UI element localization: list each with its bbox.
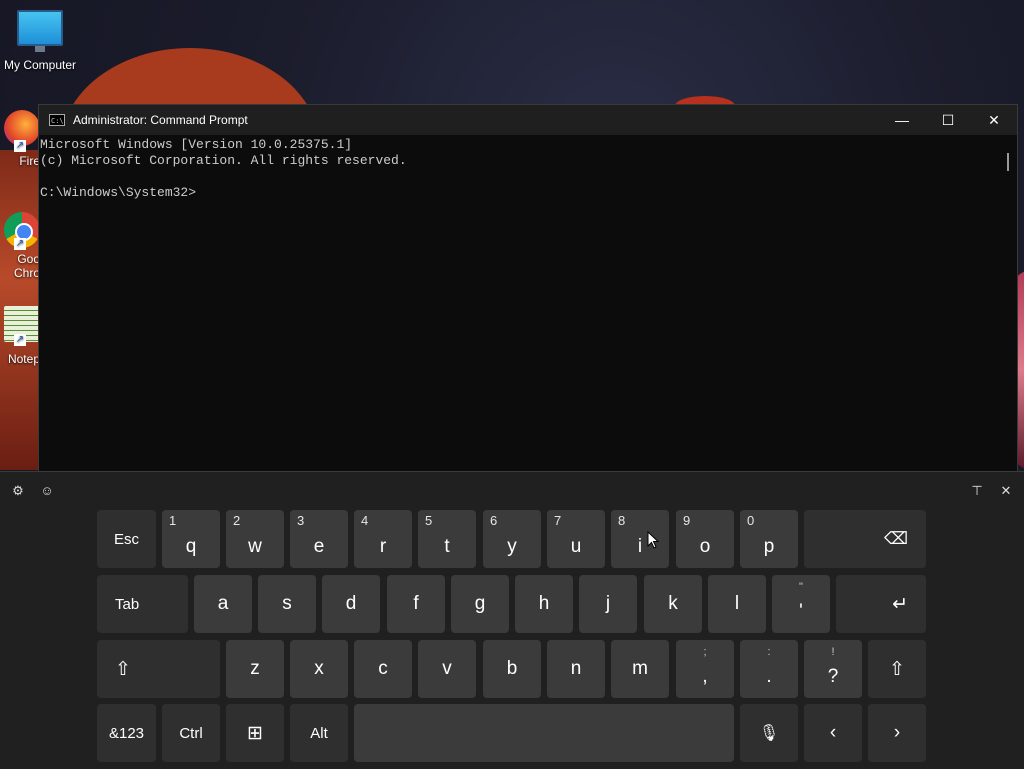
dock-icon[interactable]: ⊤	[968, 482, 986, 500]
key-p[interactable]: 0p	[740, 510, 798, 568]
shortcut-arrow-icon: ↗	[14, 238, 26, 250]
key-n[interactable]: n	[547, 640, 605, 698]
key-k[interactable]: k	[644, 575, 702, 633]
desktop-icon-firefox[interactable]: ↗ Fire	[0, 110, 40, 170]
key-l[interactable]: l	[708, 575, 766, 633]
key-enter[interactable]: ↵	[836, 575, 926, 633]
key-j[interactable]: j	[579, 575, 637, 633]
key-x[interactable]: x	[290, 640, 348, 698]
key-symbols[interactable]: &123	[97, 704, 156, 762]
key-w[interactable]: 2w	[226, 510, 284, 568]
key-question[interactable]: !?	[804, 640, 862, 698]
desktop-icon-label: Fire	[19, 154, 40, 168]
chevron-left-icon: ‹	[829, 722, 837, 743]
key-comma[interactable]: ;,	[676, 640, 734, 698]
window-titlebar[interactable]: C:\ Administrator: Command Prompt — ☐ ✕	[39, 105, 1017, 135]
key-esc[interactable]: Esc	[97, 510, 156, 568]
key-g[interactable]: g	[451, 575, 509, 633]
key-e[interactable]: 3e	[290, 510, 348, 568]
key-o[interactable]: 9o	[676, 510, 734, 568]
desktop-icon-label: Goo Chro	[13, 252, 40, 280]
desktop-icon-chrome[interactable]: ↗ Goo Chro	[0, 212, 40, 284]
key-period[interactable]: :.	[740, 640, 798, 698]
console-output[interactable]: Microsoft Windows [Version 10.0.25375.1]…	[39, 135, 1017, 201]
shortcut-arrow-icon: ↗	[14, 140, 26, 152]
desktop-icon-notepad[interactable]: ↗ Notep	[0, 306, 40, 370]
windows-icon: ⊞	[247, 722, 263, 744]
maximize-button[interactable]: ☐	[925, 105, 971, 135]
backspace-icon: ⌫	[883, 529, 908, 548]
key-s[interactable]: s	[258, 575, 316, 633]
key-r[interactable]: 4r	[354, 510, 412, 568]
key-arrow-left[interactable]: ‹	[804, 704, 862, 762]
key-tab[interactable]: Tab	[97, 575, 188, 633]
console-prompt: C:\Windows\System32>	[40, 185, 197, 200]
minimize-button[interactable]: —	[879, 105, 925, 135]
desktop-icon-label: Notep	[7, 352, 40, 366]
key-a[interactable]: a	[194, 575, 252, 633]
key-ctrl[interactable]: Ctrl	[162, 704, 220, 762]
key-microphone[interactable]: 🎙	[740, 704, 798, 762]
key-f[interactable]: f	[387, 575, 445, 633]
mouse-cursor-icon	[647, 531, 659, 549]
keyboard-close-icon[interactable]: ✕	[997, 482, 1015, 500]
key-b[interactable]: b	[483, 640, 541, 698]
key-windows[interactable]: ⊞	[226, 704, 284, 762]
shift-icon: ⇧	[115, 658, 131, 680]
console-line: (c) Microsoft Corporation. All rights re…	[40, 153, 407, 168]
microphone-icon: 🎙	[758, 725, 780, 742]
key-shift-right[interactable]: ⇧	[868, 640, 926, 698]
scrollbar-thumb[interactable]	[1007, 153, 1009, 171]
close-button[interactable]: ✕	[971, 105, 1017, 135]
settings-icon[interactable]: ⚙	[9, 482, 27, 500]
key-apostrophe[interactable]: " '	[772, 575, 830, 633]
key-z[interactable]: z	[226, 640, 284, 698]
key-i[interactable]: 8i	[611, 510, 669, 568]
console-line: Microsoft Windows [Version 10.0.25375.1]	[40, 137, 353, 152]
enter-icon: ↵	[892, 593, 908, 615]
command-prompt-window[interactable]: C:\ Administrator: Command Prompt — ☐ ✕ …	[38, 104, 1018, 476]
key-shift-left[interactable]: ⇧	[97, 640, 220, 698]
desktop-icon-my-computer[interactable]: My Computer	[0, 10, 80, 72]
key-y[interactable]: 6y	[483, 510, 541, 568]
key-q[interactable]: 1q	[162, 510, 220, 568]
shift-icon: ⇧	[889, 658, 905, 680]
emoji-icon[interactable]: ☺	[38, 482, 56, 500]
key-h[interactable]: h	[515, 575, 573, 633]
chevron-right-icon: ›	[893, 722, 901, 743]
key-arrow-right[interactable]: ›	[868, 704, 926, 762]
key-alt[interactable]: Alt	[290, 704, 348, 762]
key-space[interactable]	[354, 704, 734, 762]
key-backspace[interactable]: ⌫	[804, 510, 926, 568]
desktop-icon-label: My Computer	[3, 58, 77, 72]
command-prompt-icon: C:\	[49, 114, 65, 126]
shortcut-arrow-icon: ↗	[14, 334, 26, 346]
window-title: Administrator: Command Prompt	[73, 113, 248, 127]
key-u[interactable]: 7u	[547, 510, 605, 568]
key-v[interactable]: v	[418, 640, 476, 698]
key-c[interactable]: c	[354, 640, 412, 698]
key-t[interactable]: 5t	[418, 510, 476, 568]
monitor-icon	[17, 10, 63, 52]
key-d[interactable]: d	[322, 575, 380, 633]
key-m[interactable]: m	[611, 640, 669, 698]
